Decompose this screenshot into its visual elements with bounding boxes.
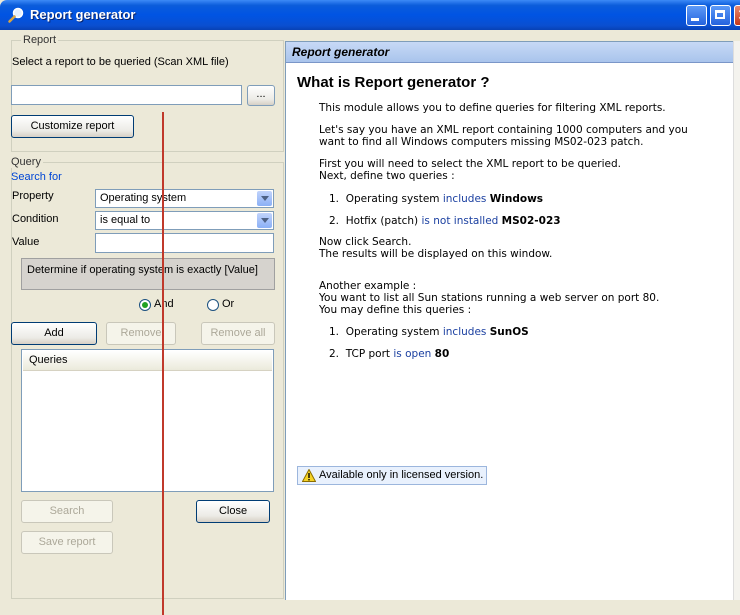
left-panel: Report Select a report to be queried (Sc… (11, 34, 284, 600)
remove-button[interactable]: Remove (106, 322, 176, 345)
warning-icon (302, 469, 316, 482)
help-another-line3: You may define this queries : (319, 304, 472, 316)
remove-all-button[interactable]: Remove all (201, 322, 275, 345)
maximize-button[interactable] (710, 5, 731, 26)
minimize-button[interactable] (686, 5, 707, 26)
help-step-line2: Next, define two queries : (319, 170, 455, 182)
help-header: Report generator (286, 42, 740, 63)
help-step-line1: First you will need to select the XML re… (319, 158, 621, 170)
add-button[interactable]: Add (11, 322, 97, 345)
license-warning: Available only in licensed version. (297, 466, 487, 485)
example-query-4: 2. TCP port is open 80 (329, 348, 450, 360)
search-button[interactable]: Search (21, 500, 113, 523)
help-example1-line2: want to find all Windows computers missi… (319, 136, 644, 148)
annotation-line (162, 112, 164, 615)
help-now-line1: Now click Search. (319, 236, 412, 248)
close-button[interactable]: Close (196, 500, 270, 523)
or-radio[interactable] (207, 299, 219, 311)
condition-select[interactable]: is equal to (95, 211, 274, 230)
example-query-1: 1. Operating system includes Windows (329, 193, 544, 205)
and-radio[interactable] (139, 299, 151, 311)
help-another-line1: Another example : (319, 280, 417, 292)
customize-report-button[interactable]: Customize report (11, 115, 134, 138)
close-window-button[interactable]: ✕ (734, 5, 740, 26)
save-report-button[interactable]: Save report (21, 531, 113, 554)
help-panel: Report generator What is Report generato… (285, 41, 740, 602)
query-legend: Query (11, 156, 43, 168)
report-generator-window: Report generator ✕ Report Select a repor… (0, 0, 740, 615)
value-input[interactable] (95, 233, 274, 253)
value-label: Value (12, 236, 40, 248)
window-bottom-strip (0, 600, 740, 615)
condition-description: Determine if operating system is exactly… (21, 258, 275, 290)
search-for-label: Search for (11, 171, 62, 183)
maximize-icon (715, 10, 725, 19)
help-now-line2: The results will be displayed on this wi… (319, 248, 553, 260)
help-scrollbar[interactable] (733, 41, 740, 601)
help-heading: What is Report generator ? (297, 74, 490, 91)
queries-column-header[interactable]: Queries (23, 351, 272, 371)
property-value: Operating system (100, 192, 187, 204)
example-query-3: 1. Operating system includes SunOS (329, 326, 529, 338)
title-bar[interactable]: Report generator ✕ (0, 0, 740, 30)
browse-button[interactable]: ... (247, 85, 275, 106)
report-legend: Report (21, 34, 59, 46)
magnifier-icon (8, 7, 24, 23)
property-select[interactable]: Operating system (95, 189, 274, 208)
license-warning-text: Available only in licensed version. (319, 469, 484, 481)
select-report-label: Select a report to be queried (Scan XML … (12, 56, 229, 68)
help-example1-line1: Let's say you have an XML report contain… (319, 124, 688, 136)
queries-list[interactable]: Queries (21, 349, 274, 492)
help-intro: This module allows you to define queries… (319, 102, 666, 114)
minimize-icon (691, 18, 699, 21)
chevron-down-icon[interactable] (257, 191, 272, 206)
help-header-title: Report generator (292, 45, 390, 59)
or-label[interactable]: Or (222, 298, 234, 310)
window-title: Report generator (30, 7, 136, 22)
help-another-line2: You want to list all Sun stations runnin… (319, 292, 660, 304)
chevron-down-icon[interactable] (257, 213, 272, 228)
example-query-2: 2. Hotfix (patch) is not installed MS02-… (329, 215, 561, 227)
condition-value: is equal to (100, 214, 151, 226)
report-file-input[interactable] (11, 85, 242, 105)
property-label: Property (12, 190, 54, 202)
condition-label: Condition (12, 213, 59, 225)
